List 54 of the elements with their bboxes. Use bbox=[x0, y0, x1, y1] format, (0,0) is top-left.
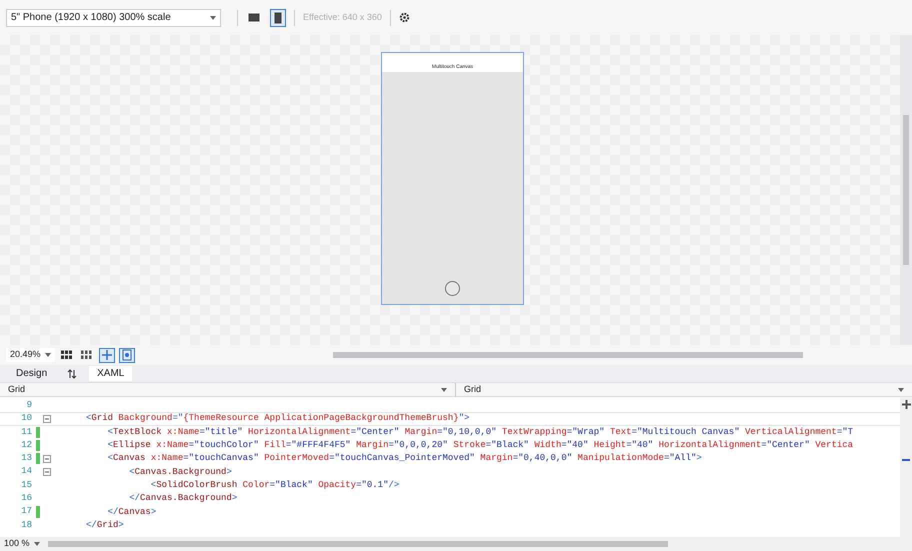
code-line: </Canvas.Background> bbox=[128, 494, 238, 504]
caret-icon bbox=[44, 353, 51, 357]
portrait-orientation-button[interactable] bbox=[270, 8, 286, 26]
xaml-tab[interactable]: XAML bbox=[89, 366, 132, 381]
code-line: <Canvas x:Name="touchCanvas" PointerMoved="touchCanvas_PointerMoved" Margin="0,40,0,0" ManipulationMode="All"> bbox=[106, 454, 702, 464]
change-marker bbox=[36, 440, 40, 452]
collapse-icon[interactable] bbox=[43, 454, 51, 463]
caret-icon bbox=[210, 16, 216, 20]
code-line: </Canvas> bbox=[106, 508, 156, 517]
code-line: <TextBlock x:Name="title" HorizontalAlignment="Center" Margin="0,10,0,0" TextWrapping="Wrap" Text="Multitouch Canvas" VerticalAlignment="T bbox=[106, 428, 854, 437]
code-line: <Grid Background="{ThemeResource ApplicationPageBackgroundThemeBrush}"> bbox=[86, 414, 470, 424]
settings-icon[interactable] bbox=[398, 12, 410, 23]
code-line: </Grid> bbox=[86, 520, 124, 530]
horizontal-scrollbar[interactable] bbox=[332, 352, 803, 358]
line-number: 14 bbox=[20, 465, 33, 478]
line-number: 9 bbox=[26, 398, 33, 412]
line-number: 17 bbox=[20, 505, 33, 518]
artboard-toggle[interactable] bbox=[118, 348, 135, 362]
plus-icon bbox=[100, 349, 113, 361]
artboard-icon bbox=[120, 349, 133, 361]
line-number: 18 bbox=[20, 518, 33, 532]
code-line: <Ellipse x:Name="touchColor" Fill="#FFF4F4F5" Margin="0,0,0,20" Stroke="Black" Width="40" Height="40" HorizontalAlignment="Center" Vertica bbox=[106, 441, 854, 450]
zoom-dropdown[interactable]: 20.49% bbox=[6, 348, 55, 362]
landscape-icon bbox=[248, 13, 260, 22]
change-marker bbox=[36, 453, 40, 464]
collapse-icon[interactable] bbox=[43, 468, 51, 476]
portrait-icon bbox=[274, 12, 282, 24]
snap-toggle[interactable] bbox=[98, 348, 115, 362]
caret-icon bbox=[898, 388, 904, 392]
code-scrollbar[interactable] bbox=[48, 541, 668, 547]
caret-icon bbox=[441, 388, 447, 392]
line-number: 15 bbox=[20, 478, 33, 492]
collapse-icon[interactable] bbox=[43, 414, 51, 423]
line-number: 11 bbox=[20, 426, 33, 438]
split-icon[interactable] bbox=[902, 400, 910, 409]
effective-resolution: Effective: 640 x 360 bbox=[303, 10, 382, 24]
scope-dropdown[interactable]: Grid bbox=[0, 382, 455, 396]
swap-icon[interactable] bbox=[67, 368, 78, 378]
line-number: 16 bbox=[20, 492, 33, 505]
design-tab[interactable]: Design bbox=[8, 366, 56, 381]
change-marker bbox=[36, 506, 40, 518]
change-marker bbox=[36, 426, 40, 438]
line-number: 13 bbox=[20, 452, 33, 466]
grid-icon bbox=[60, 350, 73, 360]
device-dropdown[interactable]: 5" Phone (1920 x 1080) 300% scale bbox=[6, 8, 221, 26]
grid-icon bbox=[80, 350, 93, 360]
code-line: <Canvas.Background> bbox=[128, 468, 232, 477]
scroll-marker bbox=[902, 459, 910, 461]
caret-icon bbox=[34, 542, 40, 546]
line-number: 12 bbox=[20, 438, 33, 452]
scrollbar-thumb[interactable] bbox=[903, 115, 909, 265]
editor-zoom-dropdown[interactable]: 100 % bbox=[4, 537, 40, 551]
code-line: <SolidColorBrush Color="Black" Opacity="0.1"/> bbox=[150, 480, 400, 490]
line-number: 10 bbox=[20, 412, 33, 426]
